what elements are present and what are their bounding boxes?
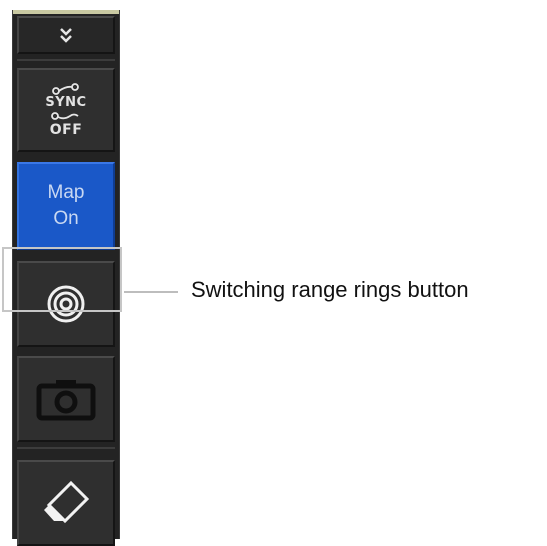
toolbar-separator bbox=[17, 447, 115, 449]
map-status-label: On bbox=[53, 208, 79, 229]
collapse-button[interactable] bbox=[17, 16, 115, 54]
map-label: Map bbox=[47, 182, 85, 203]
screenshot-camera-button[interactable] bbox=[17, 356, 115, 442]
double-chevron-down-icon bbox=[60, 28, 72, 43]
toolbar-top-strip bbox=[13, 10, 119, 14]
sync-status-label: OFF bbox=[49, 122, 83, 138]
eraser-icon bbox=[44, 480, 90, 524]
camera-icon bbox=[36, 380, 96, 421]
callout-leader-line bbox=[124, 291, 178, 293]
eraser-button[interactable] bbox=[17, 460, 115, 546]
link-nodes-icon bbox=[52, 83, 79, 95]
map-toggle-button[interactable]: Map On bbox=[17, 162, 115, 250]
sync-toggle-button[interactable]: SYNC OFF bbox=[17, 68, 115, 152]
sync-label: SYNC bbox=[45, 95, 87, 110]
range-rings-highlight-frame bbox=[2, 247, 122, 312]
link-nodes-icon bbox=[51, 112, 79, 120]
toolbar-separator bbox=[17, 59, 115, 61]
callout-label: Switching range rings button bbox=[191, 277, 469, 302]
